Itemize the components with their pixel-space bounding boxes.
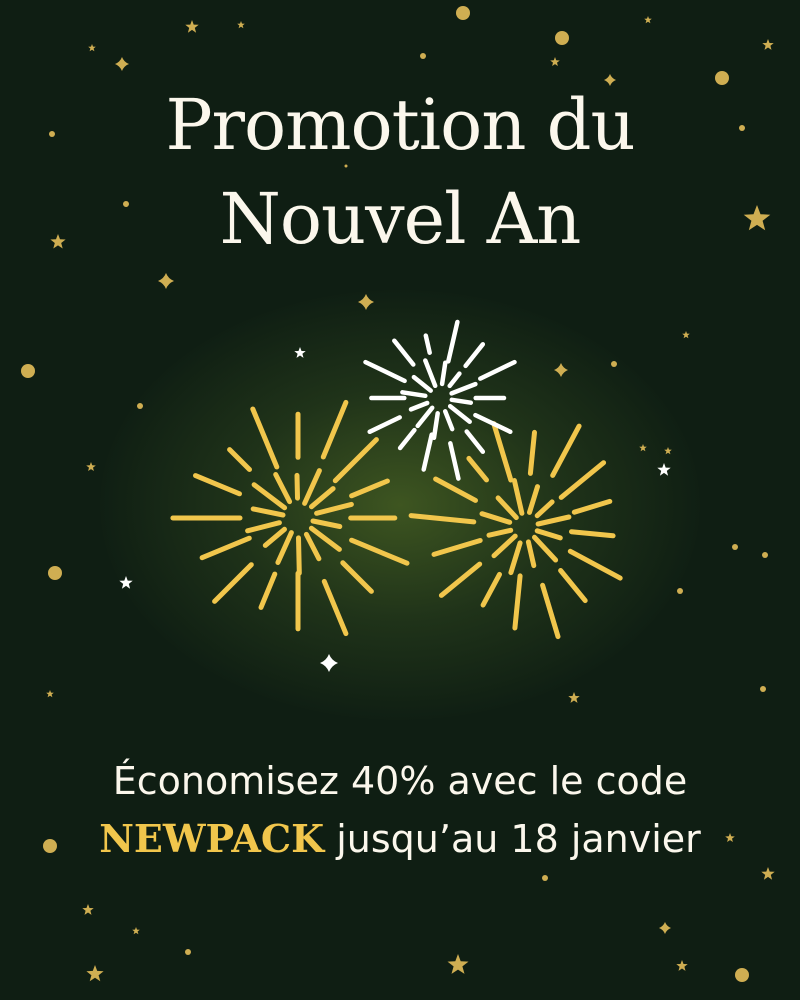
firework-ray (308, 525, 342, 552)
firework-ray (527, 484, 540, 515)
firework-ray (491, 533, 518, 559)
firework-ray (423, 333, 432, 355)
firework-ray (408, 400, 430, 412)
firework-ray (463, 342, 486, 369)
firework-ray (294, 472, 300, 501)
firework-icon (363, 319, 517, 481)
firework-ray (534, 499, 555, 519)
firework-ray (258, 571, 278, 610)
firework-ray (550, 423, 582, 478)
offer-text-after-code: jusqu’au 18 janvier (324, 817, 701, 861)
firework-ray (421, 432, 434, 472)
firework-ray (415, 405, 435, 429)
firework-ray (349, 537, 410, 566)
firework-ray (439, 360, 448, 387)
firework-ray (250, 406, 280, 470)
firework-ray (558, 568, 588, 604)
firework-ray (321, 578, 349, 637)
promo-code: NEWPACK (99, 816, 325, 861)
firework-ray (532, 534, 559, 563)
firework-ray (423, 358, 438, 389)
firework-ray (320, 399, 349, 460)
firework-ray (273, 472, 293, 505)
firework-ray (486, 527, 514, 538)
firework-icon (170, 399, 410, 637)
firework-ray (349, 478, 390, 499)
firework-ray (392, 338, 416, 367)
firework-ray (567, 548, 623, 581)
firework-ray (332, 437, 379, 484)
firework-ray (478, 359, 517, 381)
firework-ray (447, 403, 472, 424)
firework-ray (302, 468, 322, 506)
firework-ray (262, 526, 287, 548)
firework-ray (193, 473, 242, 497)
firework-ray (309, 486, 336, 510)
firework-ray (367, 415, 402, 435)
firework-ray (558, 460, 607, 500)
firework-ray (540, 582, 561, 640)
firework-ray (397, 427, 417, 451)
firework-ray (569, 529, 616, 539)
firework-ray (303, 531, 322, 562)
firework-ray (535, 514, 572, 527)
firework-ray (571, 498, 613, 515)
firework-ray (447, 371, 462, 389)
firework-ray (442, 409, 455, 432)
firework-ray (227, 447, 252, 472)
promo-title-line-2: Nouvel An (219, 178, 582, 260)
offer-text: Économisez 40% avec le code NEWPACK jusq… (80, 752, 720, 868)
firework-ray (449, 381, 478, 396)
firework-ray (310, 518, 343, 529)
firework-ray (296, 535, 302, 576)
firework-ray (512, 573, 523, 631)
firework-ray (473, 412, 513, 435)
offer-text-before-code: Économisez 40% avec le code (112, 759, 688, 803)
firework-ray (525, 539, 537, 569)
firework-ray (449, 397, 474, 405)
firework-ray (464, 429, 486, 454)
promo-title: Promotion du Nouvel An (0, 78, 800, 266)
firework-ray (408, 513, 477, 525)
firework-ray (446, 319, 460, 364)
firework-ray (534, 528, 563, 541)
firework-ray (480, 571, 502, 608)
firework-ray (250, 506, 286, 518)
firework-ray (527, 429, 537, 476)
firework-ray (495, 495, 519, 521)
firework-ray (511, 478, 525, 516)
firework-ray (199, 535, 252, 561)
firework-ray (466, 455, 489, 483)
firework-ray (479, 511, 513, 525)
firework-ray (448, 441, 461, 481)
firework-ray (275, 530, 294, 565)
firework-icon (408, 421, 623, 640)
firework-ray (340, 560, 374, 594)
firework-ray (438, 561, 483, 598)
firework-ray (212, 562, 254, 604)
firework-ray (363, 359, 407, 384)
firework-ray (431, 411, 440, 441)
firework-ray (400, 390, 428, 399)
firework-ray (411, 374, 433, 393)
promo-poster: Promotion du Nouvel An Économisez 40% av… (0, 0, 800, 1000)
firework-ray (433, 476, 478, 503)
firework-ray (245, 520, 282, 534)
firework-ray (508, 540, 523, 576)
promo-title-line-1: Promotion du (165, 84, 635, 166)
firework-ray (314, 501, 354, 516)
firework-ray (431, 538, 483, 557)
